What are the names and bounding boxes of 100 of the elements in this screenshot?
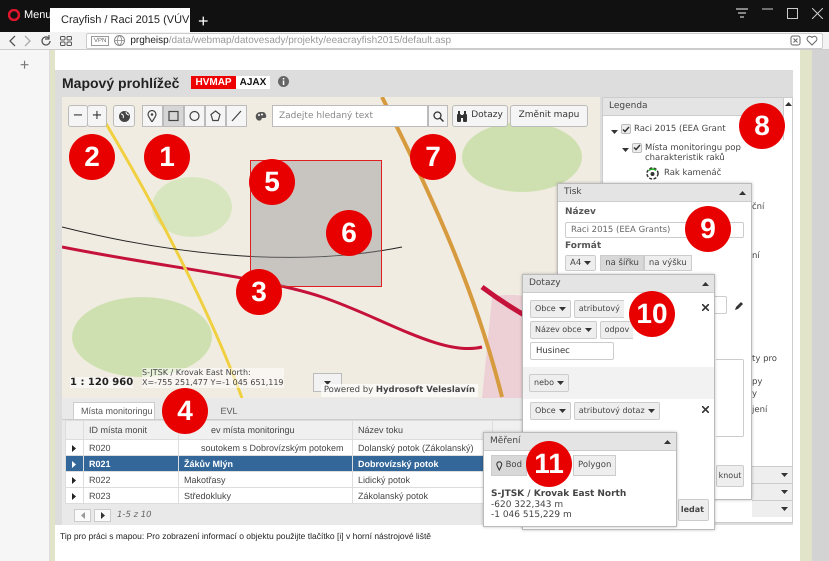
legend-label: jení (752, 404, 768, 416)
map-tool-button[interactable] (142, 105, 163, 127)
orientation-button[interactable]: na výšku (644, 255, 692, 271)
caret-icon (702, 282, 709, 286)
label-badge: AJAX (236, 76, 270, 89)
label-badge: HVMAP (191, 76, 236, 89)
menu-button[interactable]: Menu (8, 9, 52, 21)
map-pin-icon (147, 110, 158, 122)
table-cell: Žákův Mlýn (178, 456, 352, 472)
map-pin-icon (496, 460, 503, 471)
close-icon (702, 304, 709, 312)
queries-button[interactable]: Dotazy (452, 105, 508, 127)
map-tool-button[interactable] (205, 105, 226, 127)
coordinate-value: -1 046 515,229 m (491, 510, 573, 520)
search-button[interactable] (428, 105, 448, 127)
map-tool-button[interactable] (226, 105, 247, 127)
caret-icon (611, 130, 618, 134)
legend-label: ční (752, 202, 764, 213)
check-icon (633, 144, 641, 152)
check-icon (622, 126, 630, 132)
globe-button[interactable] (113, 105, 135, 127)
zoom-in-button[interactable]: + (87, 105, 107, 127)
map-tool-button[interactable] (163, 105, 184, 127)
browser-tab[interactable]: Crayfish / Raci 2015 (VÚV (50, 8, 190, 32)
tab-menu-icon (736, 8, 748, 18)
caret-icon (80, 512, 84, 519)
url-text: prgheisp/data/webmap/datovesady/projekty/eeacrayfish2015/default.asp (130, 35, 452, 46)
caret-icon (781, 507, 788, 511)
checkbox[interactable] (632, 142, 642, 153)
coordinates-text: S-JTSK / Krovak East North: X=-755 251,477 Y=-1 045 651,119 (142, 368, 284, 388)
crs-label: S-JTSK / Krovak East North (491, 489, 628, 500)
browser-logo-icon (8, 9, 20, 21)
table-cell: R023 (84, 488, 178, 504)
paper-select[interactable]: A4 (565, 255, 596, 271)
pencil-icon (735, 300, 744, 310)
caret-icon (72, 460, 76, 468)
search-button[interactable]: ledat (678, 499, 709, 521)
column-header[interactable]: ID místa monit (84, 420, 178, 440)
tab-title: Crayfish / Raci 2015 (VÚV (61, 14, 190, 26)
tab[interactable]: Místa monitoringu (73, 402, 155, 419)
reload-icon (40, 34, 52, 46)
legend-label: y (752, 388, 758, 400)
search-field[interactable]: Zadejte hledaný text (272, 105, 428, 127)
orientation-button[interactable]: na šířku (600, 255, 644, 271)
query-type-select[interactable]: atributový (574, 300, 624, 318)
legend-label: Rak kamenáč (664, 166, 722, 180)
legend-label: ní (752, 250, 760, 262)
globe-icon (118, 110, 130, 122)
legend-label: ty pro (752, 354, 777, 365)
zoom-out-button[interactable]: − (68, 105, 88, 127)
rectangle-icon (168, 110, 179, 122)
credit-text: Powered by Hydrosoft Veleslavín (320, 384, 478, 397)
next-button[interactable] (94, 509, 111, 522)
column-header[interactable]: ev místa monitoringu (178, 420, 352, 440)
input-field[interactable] (715, 296, 727, 314)
layer-select[interactable]: Obce (530, 300, 571, 318)
add-button[interactable]: + (20, 57, 30, 74)
caret-icon (784, 102, 792, 106)
map-scale: 1 : 120 960 (70, 377, 134, 388)
grid-icon (60, 36, 72, 46)
map-tool-button[interactable] (184, 105, 205, 127)
change-map-button[interactable]: Změnit mapu (510, 105, 588, 127)
caret-icon (739, 190, 746, 194)
collapsed-panel-header[interactable] (752, 483, 792, 500)
table-cell: Středokluky (178, 488, 352, 504)
panel-title: Dotazy (529, 276, 561, 290)
mode-button[interactable]: Bod (491, 455, 527, 476)
action-button[interactable]: knout (716, 465, 744, 487)
table-cell: Makotřasy (178, 472, 352, 488)
field-label: Formát (565, 240, 602, 252)
caret-icon (558, 409, 566, 413)
caret-icon (100, 512, 104, 519)
layer-select[interactable]: Obce (530, 402, 571, 420)
panel-title: Měření (490, 434, 521, 448)
forward-icon (24, 34, 32, 46)
collapsed-panel-header[interactable] (752, 500, 792, 517)
checkbox[interactable] (621, 124, 631, 134)
input-field[interactable]: Husinec (530, 342, 614, 360)
column-header[interactable]: Název toku (352, 420, 492, 440)
caret-icon (72, 492, 76, 500)
tip-text: Tip pro práci s mapou: Pro zobrazení informací o objektu použijte tlačítko [i] v horní nástrojové liště (60, 531, 432, 541)
caret-icon (556, 381, 564, 385)
info-icon (278, 76, 290, 87)
joiner-select[interactable]: nebo (529, 374, 569, 392)
field-select[interactable]: Název obce (530, 321, 597, 339)
globe-icon (114, 35, 126, 46)
mode-button[interactable]: Polygon (573, 455, 616, 476)
pentagon-icon (210, 110, 221, 122)
operator-select[interactable]: odpov (600, 321, 634, 339)
caret-icon (622, 148, 629, 152)
caret-icon (72, 476, 76, 484)
collapsed-panel-header[interactable] (752, 466, 792, 483)
palette-icon (255, 110, 267, 122)
new-tab-button[interactable]: + (198, 12, 209, 32)
tab[interactable]: EVL (212, 402, 240, 419)
table-cell: R021 (84, 456, 178, 472)
field-label: Název (565, 206, 597, 219)
query-type-select[interactable]: atributový dotaz (574, 402, 660, 420)
line-icon (231, 110, 242, 122)
caret-icon (664, 440, 671, 444)
